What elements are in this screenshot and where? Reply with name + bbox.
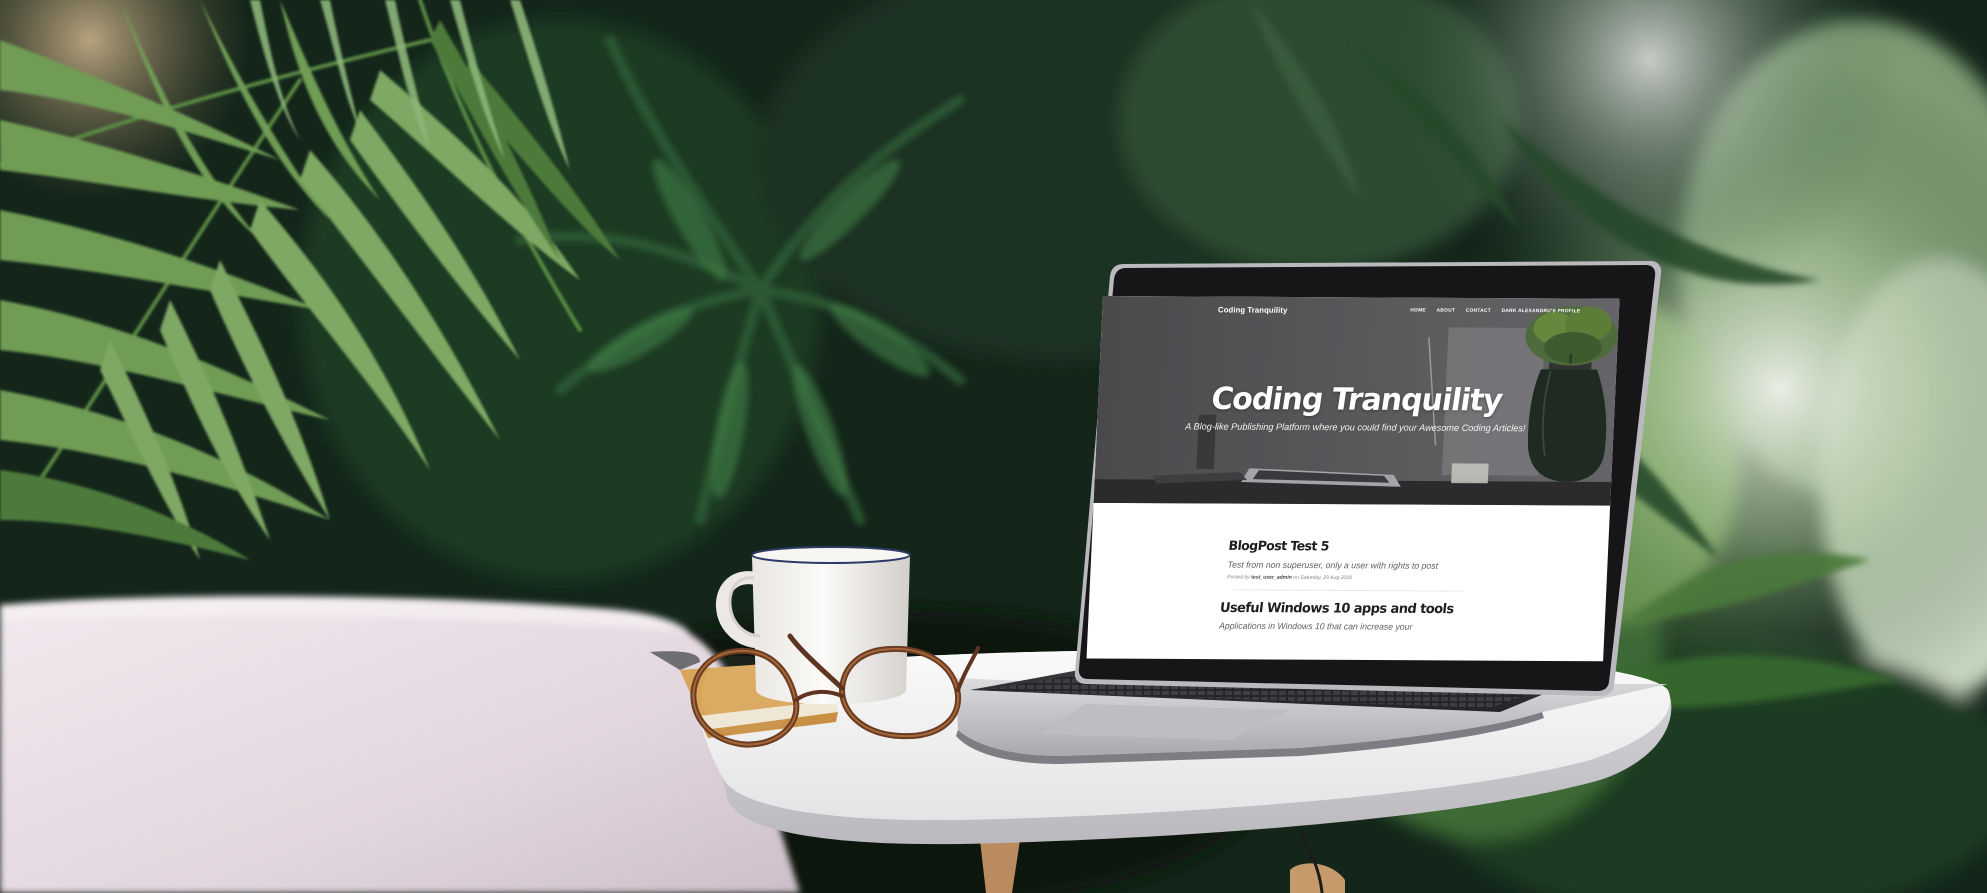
nav-links: HOME ABOUT CONTACT DARK ALEXANDRU'S PROF… <box>1410 308 1580 315</box>
post-title[interactable]: BlogPost Test 5 <box>1228 539 1577 556</box>
post-list: BlogPost Test 5 Test from non superuser,… <box>1088 503 1610 633</box>
nav-contact-link[interactable]: CONTACT <box>1466 308 1491 314</box>
chair <box>0 595 800 893</box>
nav-about-link[interactable]: ABOUT <box>1436 308 1455 314</box>
laptop-screen: Coding Tranquility HOME ABOUT CONTACT DA… <box>1086 296 1620 662</box>
post-divider <box>1232 589 1464 592</box>
post-preview[interactable]: Useful Windows 10 apps and tools Applica… <box>1219 600 1567 632</box>
post-meta-date: on Saturday, 29 Aug 2020 <box>1293 574 1353 582</box>
post-meta: Posted by test_user_admin on Saturday, 2… <box>1227 575 1574 583</box>
post-title[interactable]: Useful Windows 10 apps and tools <box>1219 600 1568 618</box>
post-subtitle[interactable]: Test from non superuser, only a user wit… <box>1227 560 1574 572</box>
post-subtitle[interactable]: Applications in Windows 10 that can incr… <box>1219 621 1566 633</box>
photo-scene: Coding Tranquility HOME ABOUT CONTACT DA… <box>0 0 1987 893</box>
nav-home-link[interactable]: HOME <box>1410 308 1426 314</box>
post-author[interactable]: test_user_admin <box>1251 575 1292 581</box>
hero-title: Coding Tranquility <box>1208 381 1505 419</box>
website-hero: Coding Tranquility HOME ABOUT CONTACT DA… <box>1093 296 1620 506</box>
background-photo <box>0 0 1987 893</box>
nav-profile-link[interactable]: DARK ALEXANDRU'S PROFILE <box>1501 308 1580 314</box>
post-preview[interactable]: BlogPost Test 5 Test from non superuser,… <box>1227 539 1576 582</box>
site-brand-link[interactable]: Coding Tranquility <box>1218 305 1288 314</box>
post-meta-prefix: Posted by <box>1226 574 1250 581</box>
website-navbar: Coding Tranquility HOME ABOUT CONTACT DA… <box>1102 296 1620 324</box>
